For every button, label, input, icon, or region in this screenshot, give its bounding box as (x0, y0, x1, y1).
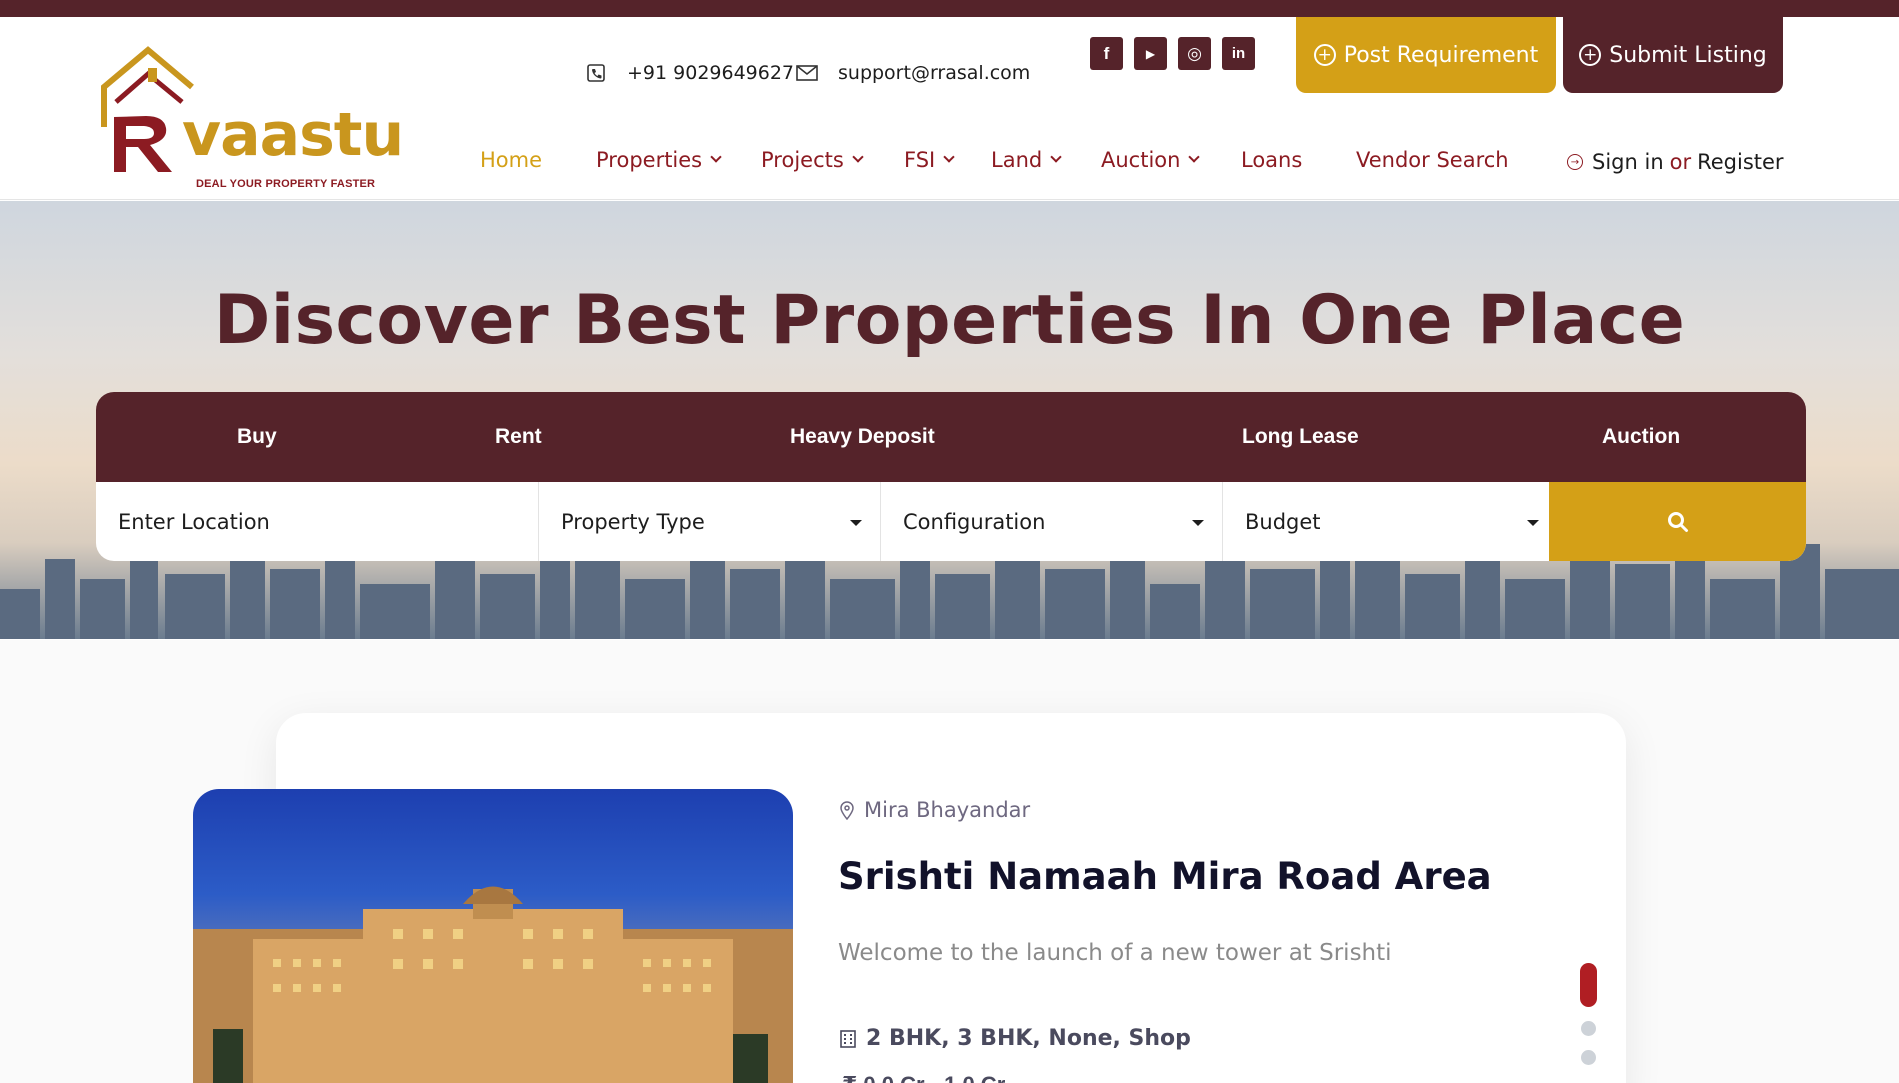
mail-icon (796, 62, 818, 84)
chevron-down-icon (1188, 151, 1201, 163)
property-search-panel: Buy Rent Heavy Deposit Long Lease Auctio… (96, 392, 1806, 561)
budget-select[interactable]: Budget (1223, 482, 1549, 561)
chevron-down-icon (710, 151, 722, 163)
post-requirement-label: Post Requirement (1343, 42, 1539, 68)
search-button[interactable] (1549, 482, 1806, 561)
instagram-icon[interactable]: ◎ (1178, 37, 1211, 70)
youtube-icon[interactable]: ▶ (1134, 37, 1167, 70)
location-input[interactable]: Enter Location (96, 482, 539, 561)
search-tabs: Buy Rent Heavy Deposit Long Lease Auctio… (96, 392, 1806, 482)
caret-down-icon (1192, 520, 1204, 526)
location-text: Mira Bhayandar (864, 798, 1031, 822)
email-address[interactable]: support@rrasal.com (838, 62, 1030, 84)
budget-value: Budget (1245, 509, 1321, 534)
facebook-icon[interactable]: f (1090, 37, 1123, 70)
register-link[interactable]: Register (1697, 150, 1783, 174)
nav-item-projects[interactable]: Projects (761, 140, 864, 180)
nav-item-auction[interactable]: Auction (1101, 140, 1201, 180)
site-header: vaastu DEAL YOUR PROPERTY FASTER +91 902… (0, 17, 1899, 200)
tab-rent[interactable]: Rent (495, 392, 542, 482)
map-pin-icon (840, 800, 854, 820)
building-icon (840, 1029, 856, 1048)
social-links: f ▶ ◎ in (1090, 37, 1255, 70)
caret-down-icon (850, 520, 862, 526)
nav-label: Home (480, 148, 543, 172)
chevron-down-icon (1050, 151, 1062, 163)
nav-item-fsi[interactable]: FSI (904, 140, 955, 180)
property-type-value: Property Type (561, 509, 705, 534)
chevron-down-icon (852, 151, 864, 163)
search-icon (1667, 511, 1688, 532)
nav-label: FSI (904, 148, 936, 172)
nav-label: Projects (761, 148, 844, 172)
carousel-dots (1580, 963, 1598, 1065)
search-fields: Enter Location Property Type Configurati… (96, 482, 1806, 561)
location-placeholder: Enter Location (118, 509, 270, 534)
nav-item-vendor-search[interactable]: Vendor Search (1356, 140, 1509, 180)
listing-configurations: 2 BHK, 3 BHK, None, Shop (840, 1026, 1191, 1051)
nav-label: Auction (1101, 148, 1181, 172)
top-accent-strip (0, 0, 1899, 17)
phone-icon (585, 62, 607, 84)
tab-auction[interactable]: Auction (1602, 392, 1680, 482)
plus-circle-icon: + (1579, 44, 1602, 66)
hero-title: Discover Best Properties In One Place (213, 281, 1686, 360)
nav-label: Loans (1241, 148, 1303, 172)
post-requirement-button[interactable]: + Post Requirement (1296, 17, 1556, 93)
submit-listing-button[interactable]: + Submit Listing (1563, 17, 1783, 93)
listing-image[interactable] (193, 789, 793, 1083)
property-type-select[interactable]: Property Type (539, 482, 881, 561)
linkedin-icon[interactable]: in (1222, 37, 1255, 70)
nav-label: Land (991, 148, 1043, 172)
caret-down-icon (1527, 520, 1539, 526)
tab-long-lease[interactable]: Long Lease (1242, 392, 1359, 482)
login-icon: → (1567, 154, 1583, 170)
nav-item-land[interactable]: Land (991, 140, 1062, 180)
configuration-text: 2 BHK, 3 BHK, None, Shop (866, 1026, 1191, 1051)
listing-price: ₹ 0.0 Cr - 1.0 Cr (842, 1072, 1005, 1083)
sign-in-register[interactable]: → Sign in or Register (1567, 142, 1784, 182)
submit-listing-label: Submit Listing (1609, 42, 1767, 68)
listing-description: Welcome to the launch of a new tower at … (838, 940, 1392, 966)
tab-buy[interactable]: Buy (237, 392, 277, 482)
configuration-select[interactable]: Configuration (881, 482, 1223, 561)
listing-location: Mira Bhayandar (840, 798, 1030, 822)
configuration-value: Configuration (903, 509, 1046, 534)
phone-number[interactable]: +91 9029649627 (627, 62, 794, 84)
plus-circle-icon: + (1313, 44, 1336, 66)
carousel-dot[interactable] (1581, 1050, 1596, 1065)
nav-item-properties[interactable]: Properties (596, 140, 722, 180)
or-text: or (1669, 150, 1692, 174)
sign-in-link[interactable]: Sign in (1592, 150, 1664, 174)
nav-label: Properties (596, 148, 703, 172)
nav-item-loans[interactable]: Loans (1241, 140, 1302, 180)
building-photo (193, 886, 793, 1083)
nav-item-home[interactable]: Home (480, 140, 542, 180)
hero-section: Discover Best Properties In One Place Bu… (0, 201, 1899, 639)
carousel-dot-active[interactable] (1580, 963, 1597, 1007)
contact-email[interactable]: support@rrasal.com (796, 43, 1030, 103)
tab-heavy-deposit[interactable]: Heavy Deposit (790, 392, 935, 482)
carousel-dot[interactable] (1581, 1021, 1596, 1036)
chevron-down-icon (943, 151, 955, 163)
nav-label: Vendor Search (1356, 148, 1509, 172)
listing-title[interactable]: Srishti Namaah Mira Road Area (838, 855, 1492, 898)
contact-phone[interactable]: +91 9029649627 (585, 43, 794, 103)
